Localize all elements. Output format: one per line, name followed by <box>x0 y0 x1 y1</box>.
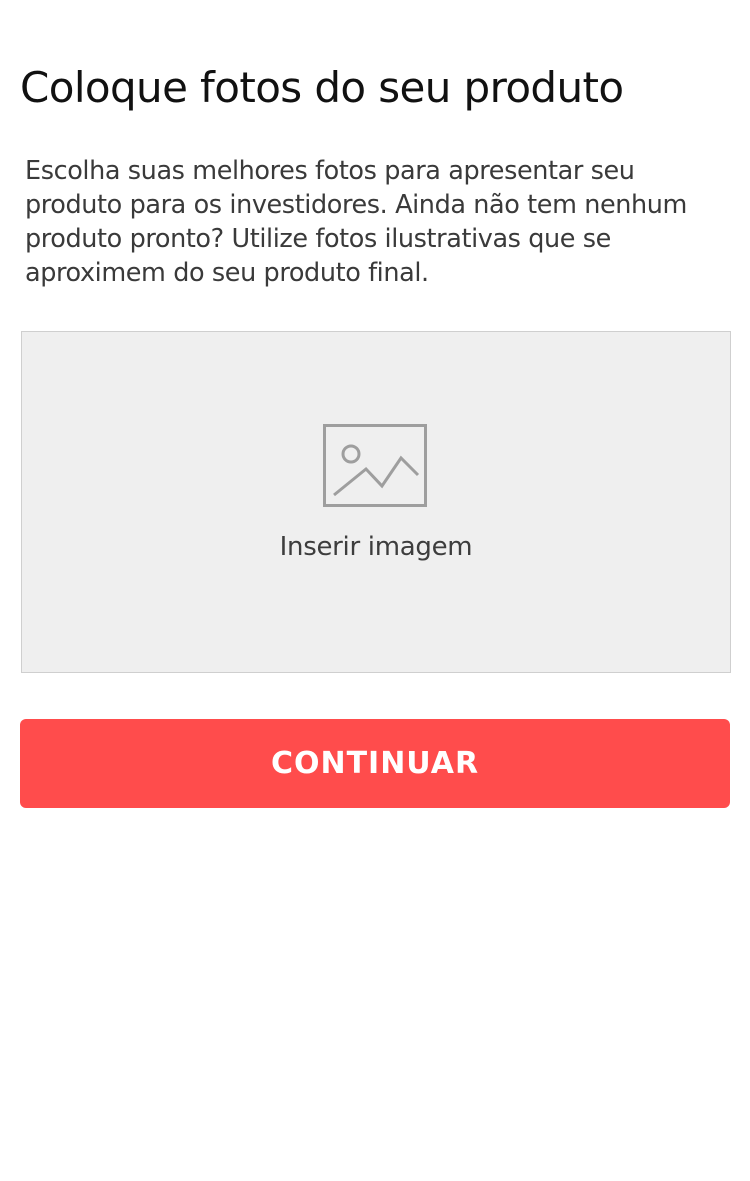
upload-label: Inserir imagem <box>279 532 473 562</box>
continue-button[interactable]: CONTINUAR <box>20 719 730 808</box>
image-placeholder-icon <box>323 424 427 507</box>
image-upload-area[interactable]: Inserir imagem <box>21 331 731 673</box>
page-title: Coloque fotos do seu produto <box>20 63 624 112</box>
page-description: Escolha suas melhores fotos para apresen… <box>25 156 687 288</box>
